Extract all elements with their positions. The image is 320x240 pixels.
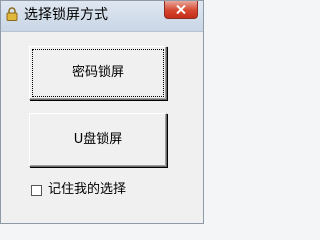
close-button[interactable] bbox=[164, 1, 198, 19]
lock-icon bbox=[6, 6, 18, 21]
title-bar[interactable]: 选择锁屏方式 bbox=[1, 1, 203, 32]
password-lock-button[interactable]: 密码锁屏 bbox=[29, 46, 167, 100]
usb-lock-button[interactable]: U盘锁屏 bbox=[29, 113, 167, 167]
lock-method-dialog: 选择锁屏方式 密码锁屏 U盘锁屏 记住我的选择 bbox=[0, 0, 204, 224]
dialog-body: 密码锁屏 U盘锁屏 记住我的选择 bbox=[5, 32, 199, 219]
close-icon bbox=[176, 5, 186, 14]
remember-choice-label: 记住我的选择 bbox=[48, 182, 127, 197]
window-title: 选择锁屏方式 bbox=[24, 7, 108, 23]
remember-choice-checkbox[interactable] bbox=[31, 184, 42, 196]
remember-choice-option[interactable]: 记住我的选择 bbox=[31, 182, 126, 198]
